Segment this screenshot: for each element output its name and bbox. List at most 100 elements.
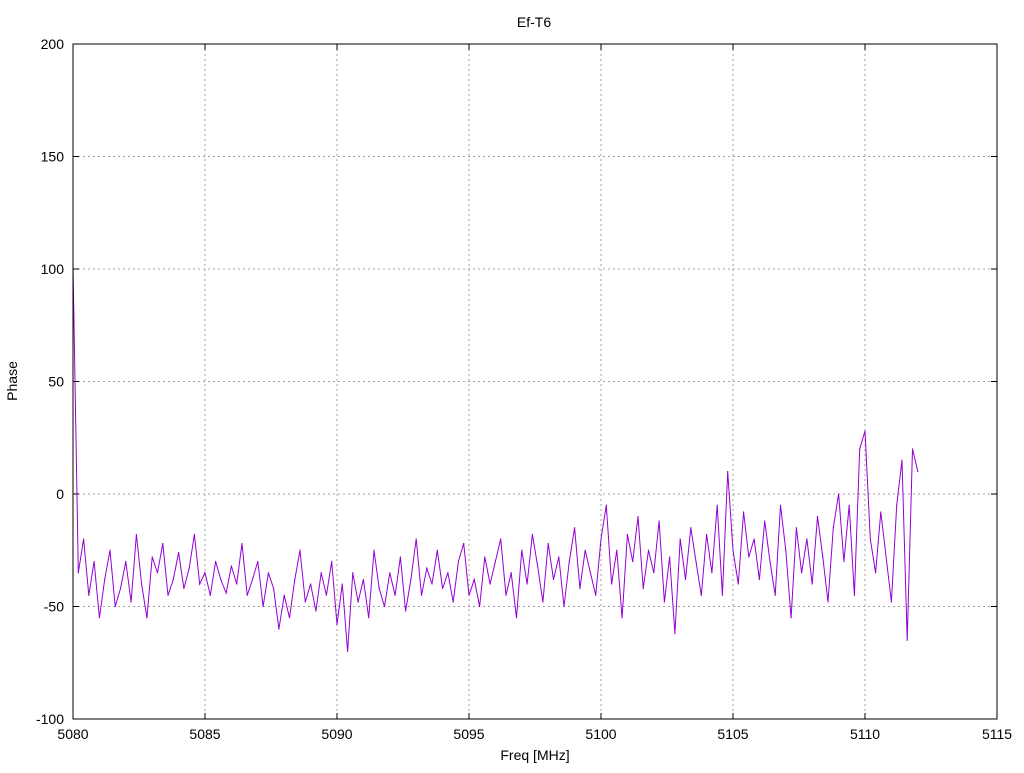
data-point [156, 572, 159, 574]
y-tick-label: -100 [36, 711, 64, 727]
data-point [220, 578, 222, 581]
data-point [473, 578, 475, 581]
data-point [125, 560, 127, 563]
data-point [589, 572, 592, 574]
data-point [574, 527, 576, 529]
data-point [690, 527, 692, 529]
data-point [325, 594, 328, 596]
data-point [801, 572, 803, 574]
data-point [843, 560, 845, 563]
y-tick-label: 50 [48, 374, 64, 390]
data-point [774, 594, 776, 596]
data-point [753, 538, 755, 540]
data-point [901, 459, 903, 461]
data-point [563, 605, 565, 608]
data-point [727, 470, 729, 473]
data-point [716, 504, 718, 506]
data-point [515, 617, 518, 619]
data-point [225, 592, 227, 594]
data-point [552, 578, 555, 581]
data-point [890, 601, 893, 603]
data-point [104, 578, 106, 581]
data-point [146, 617, 148, 619]
x-tick-label: 5105 [717, 726, 748, 742]
data-point [394, 594, 396, 596]
data-point [478, 605, 481, 608]
series-group [72, 263, 919, 653]
data-point [853, 594, 856, 596]
data-point [167, 594, 169, 596]
data-point [811, 583, 813, 585]
data-point [178, 551, 180, 554]
data-point [679, 538, 681, 540]
data-point [790, 617, 792, 619]
data-point [230, 565, 232, 567]
data-point [373, 549, 375, 551]
ticks: 5080 5085 5090 5095 5100 5105 5110 5115 -100 -50 0… [36, 36, 1012, 742]
data-point [315, 610, 317, 612]
x-tick-label: 5090 [321, 726, 352, 742]
data-point [447, 572, 449, 574]
data-point [848, 504, 850, 506]
data-point [832, 527, 834, 529]
data-point [505, 594, 507, 596]
data-point [383, 605, 386, 608]
data-point [558, 556, 560, 558]
data-point [405, 610, 407, 612]
data-point [537, 565, 539, 567]
data-point [764, 520, 766, 522]
data-point [98, 617, 100, 619]
data-point [267, 572, 269, 574]
data-point [357, 601, 359, 603]
data-point [758, 578, 761, 581]
data-point [426, 567, 428, 569]
data-point [188, 567, 190, 569]
data-point [283, 594, 285, 596]
data-point [911, 448, 914, 450]
data-point [484, 556, 486, 558]
data-point [769, 560, 771, 563]
data-point [420, 594, 423, 596]
data-point [236, 583, 238, 585]
x-tick-label: 5100 [585, 726, 616, 742]
x-tick-label: 5080 [57, 726, 88, 742]
data-point [304, 601, 306, 603]
data-point [193, 533, 196, 536]
data-point [779, 504, 782, 506]
data-point [352, 572, 354, 574]
data-point [341, 583, 343, 585]
data-point [336, 623, 338, 626]
x-tick-label: 5110 [850, 726, 880, 742]
data-point [141, 583, 143, 585]
data-point [584, 549, 586, 551]
data-point [294, 578, 296, 581]
data-point [93, 560, 95, 563]
data-point [827, 601, 829, 603]
data-point [88, 594, 90, 596]
data-point [172, 578, 174, 581]
y-tick-label: 150 [41, 149, 65, 165]
data-point [246, 594, 248, 596]
data-point [785, 549, 787, 551]
data-point [547, 542, 549, 545]
data-point [621, 617, 623, 619]
data-point [204, 572, 206, 574]
data-point [214, 560, 217, 563]
data-point [806, 538, 808, 540]
data-point [838, 493, 840, 495]
data-point [748, 556, 750, 558]
data-point [273, 587, 275, 590]
data-point [510, 572, 512, 574]
data-point [795, 527, 797, 529]
data-point [77, 572, 79, 574]
data-point [489, 583, 491, 585]
data-point [885, 556, 887, 558]
data-point [706, 533, 708, 536]
data-point [114, 605, 116, 608]
data-point [82, 538, 85, 540]
data-point [874, 572, 877, 574]
data-point [151, 556, 153, 558]
data-point [378, 587, 380, 590]
data-point [642, 587, 644, 590]
data-point [531, 533, 533, 536]
